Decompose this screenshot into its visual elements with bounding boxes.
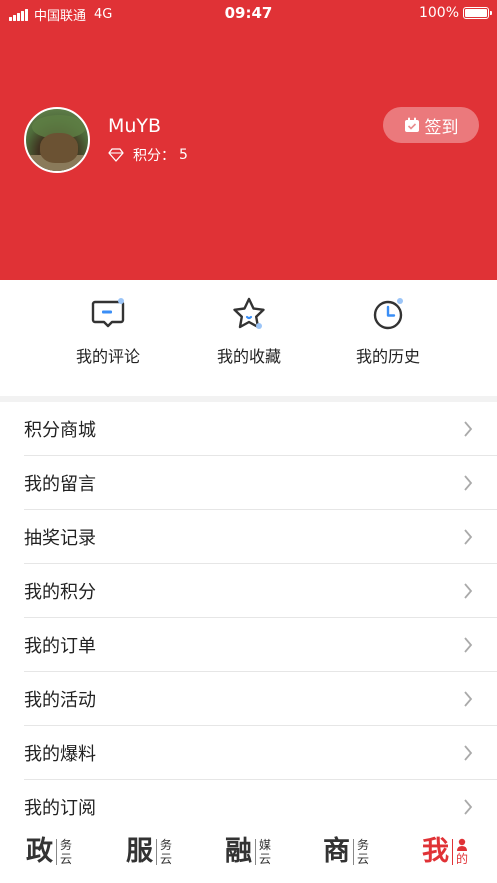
tab-small-chars: 务云 xyxy=(160,838,173,866)
menu-item-activities[interactable]: 我的活动 xyxy=(24,672,497,726)
tab-big-char: 我 xyxy=(422,836,449,867)
tab-government[interactable]: 政 务云 xyxy=(26,836,72,868)
menu-item-points-mall[interactable]: 积分商城 xyxy=(24,402,497,456)
chevron-right-icon xyxy=(464,475,473,491)
battery-icon xyxy=(463,7,492,19)
quick-actions: 我的评论 我的收藏 我的历史 xyxy=(0,280,497,396)
menu-item-label: 我的积分 xyxy=(24,581,96,603)
tab-big-char: 政 xyxy=(26,836,53,867)
points-row: 积分： 5 xyxy=(108,145,188,165)
tab-separator xyxy=(56,839,57,865)
username: MuYB xyxy=(108,115,162,137)
quick-action-comments[interactable]: 我的评论 xyxy=(53,296,163,367)
tab-commerce[interactable]: 商 务云 xyxy=(323,836,369,868)
menu-item-label: 抽奖记录 xyxy=(24,527,96,549)
checkin-label: 签到 xyxy=(424,117,459,138)
tab-separator xyxy=(452,839,453,865)
chevron-right-icon xyxy=(464,529,473,545)
menu-item-my-points[interactable]: 我的积分 xyxy=(24,564,497,618)
tab-big-char: 商 xyxy=(323,836,350,867)
menu-item-messages[interactable]: 我的留言 xyxy=(24,456,497,510)
tab-big-char: 融 xyxy=(225,836,252,867)
tab-small-chars: 媒云 xyxy=(259,838,272,866)
status-right: 100% xyxy=(418,5,492,21)
menu-item-lottery-records[interactable]: 抽奖记录 xyxy=(24,510,497,564)
status-bar: 中国联通 4G 09:47 100% xyxy=(0,0,497,26)
menu-item-label: 我的活动 xyxy=(24,689,96,711)
menu-item-label: 积分商城 xyxy=(24,419,96,441)
tab-me[interactable]: 我 的 xyxy=(422,836,468,868)
calendar-check-icon xyxy=(404,117,419,132)
tab-small-chars: 的 xyxy=(456,838,468,866)
diamond-icon xyxy=(108,148,124,162)
avatar[interactable] xyxy=(24,107,90,173)
points-label: 积分： xyxy=(133,148,175,164)
star-icon xyxy=(233,297,265,329)
clock-icon xyxy=(373,298,403,330)
points-value: 5 xyxy=(179,147,188,163)
menu-list: 积分商城 我的留言 抽奖记录 我的积分 我的订单 我的活动 我的爆料 我的订阅 xyxy=(0,402,497,834)
tab-small-chars: 务云 xyxy=(357,838,370,866)
tab-big-char: 服 xyxy=(126,836,153,867)
chevron-right-icon xyxy=(464,691,473,707)
tab-small-chars: 务云 xyxy=(60,838,73,866)
quick-action-history[interactable]: 我的历史 xyxy=(333,296,443,367)
chevron-right-icon xyxy=(464,745,473,761)
menu-item-label: 我的订单 xyxy=(24,635,96,657)
chevron-right-icon xyxy=(464,637,473,653)
menu-item-orders[interactable]: 我的订单 xyxy=(24,618,497,672)
chevron-right-icon xyxy=(464,421,473,437)
quick-action-label: 我的评论 xyxy=(75,347,140,366)
checkin-button[interactable]: 签到 xyxy=(383,107,479,143)
quick-action-label: 我的历史 xyxy=(355,347,420,366)
menu-item-label: 我的订阅 xyxy=(24,798,96,819)
bottom-tab-bar: 政 务云 服 务云 融 媒云 商 务云 我 的 xyxy=(0,826,497,883)
profile-header: 中国联通 4G 09:47 100% MuYB 积分： 5 签到 xyxy=(0,0,497,280)
chevron-right-icon xyxy=(464,799,473,815)
menu-item-label: 我的留言 xyxy=(24,473,96,495)
person-icon xyxy=(457,838,467,851)
tab-services[interactable]: 服 务云 xyxy=(126,836,172,868)
comment-icon xyxy=(91,298,125,328)
tab-separator xyxy=(255,839,256,865)
tab-media[interactable]: 融 媒云 xyxy=(225,836,271,868)
quick-action-favorites[interactable]: 我的收藏 xyxy=(194,296,304,367)
tab-separator xyxy=(353,839,354,865)
quick-action-label: 我的收藏 xyxy=(216,347,281,366)
tab-separator xyxy=(156,839,157,865)
menu-item-label: 我的爆料 xyxy=(24,743,96,765)
chevron-right-icon xyxy=(464,583,473,599)
menu-item-tips[interactable]: 我的爆料 xyxy=(24,726,497,780)
battery-percent: 100% xyxy=(418,5,459,21)
